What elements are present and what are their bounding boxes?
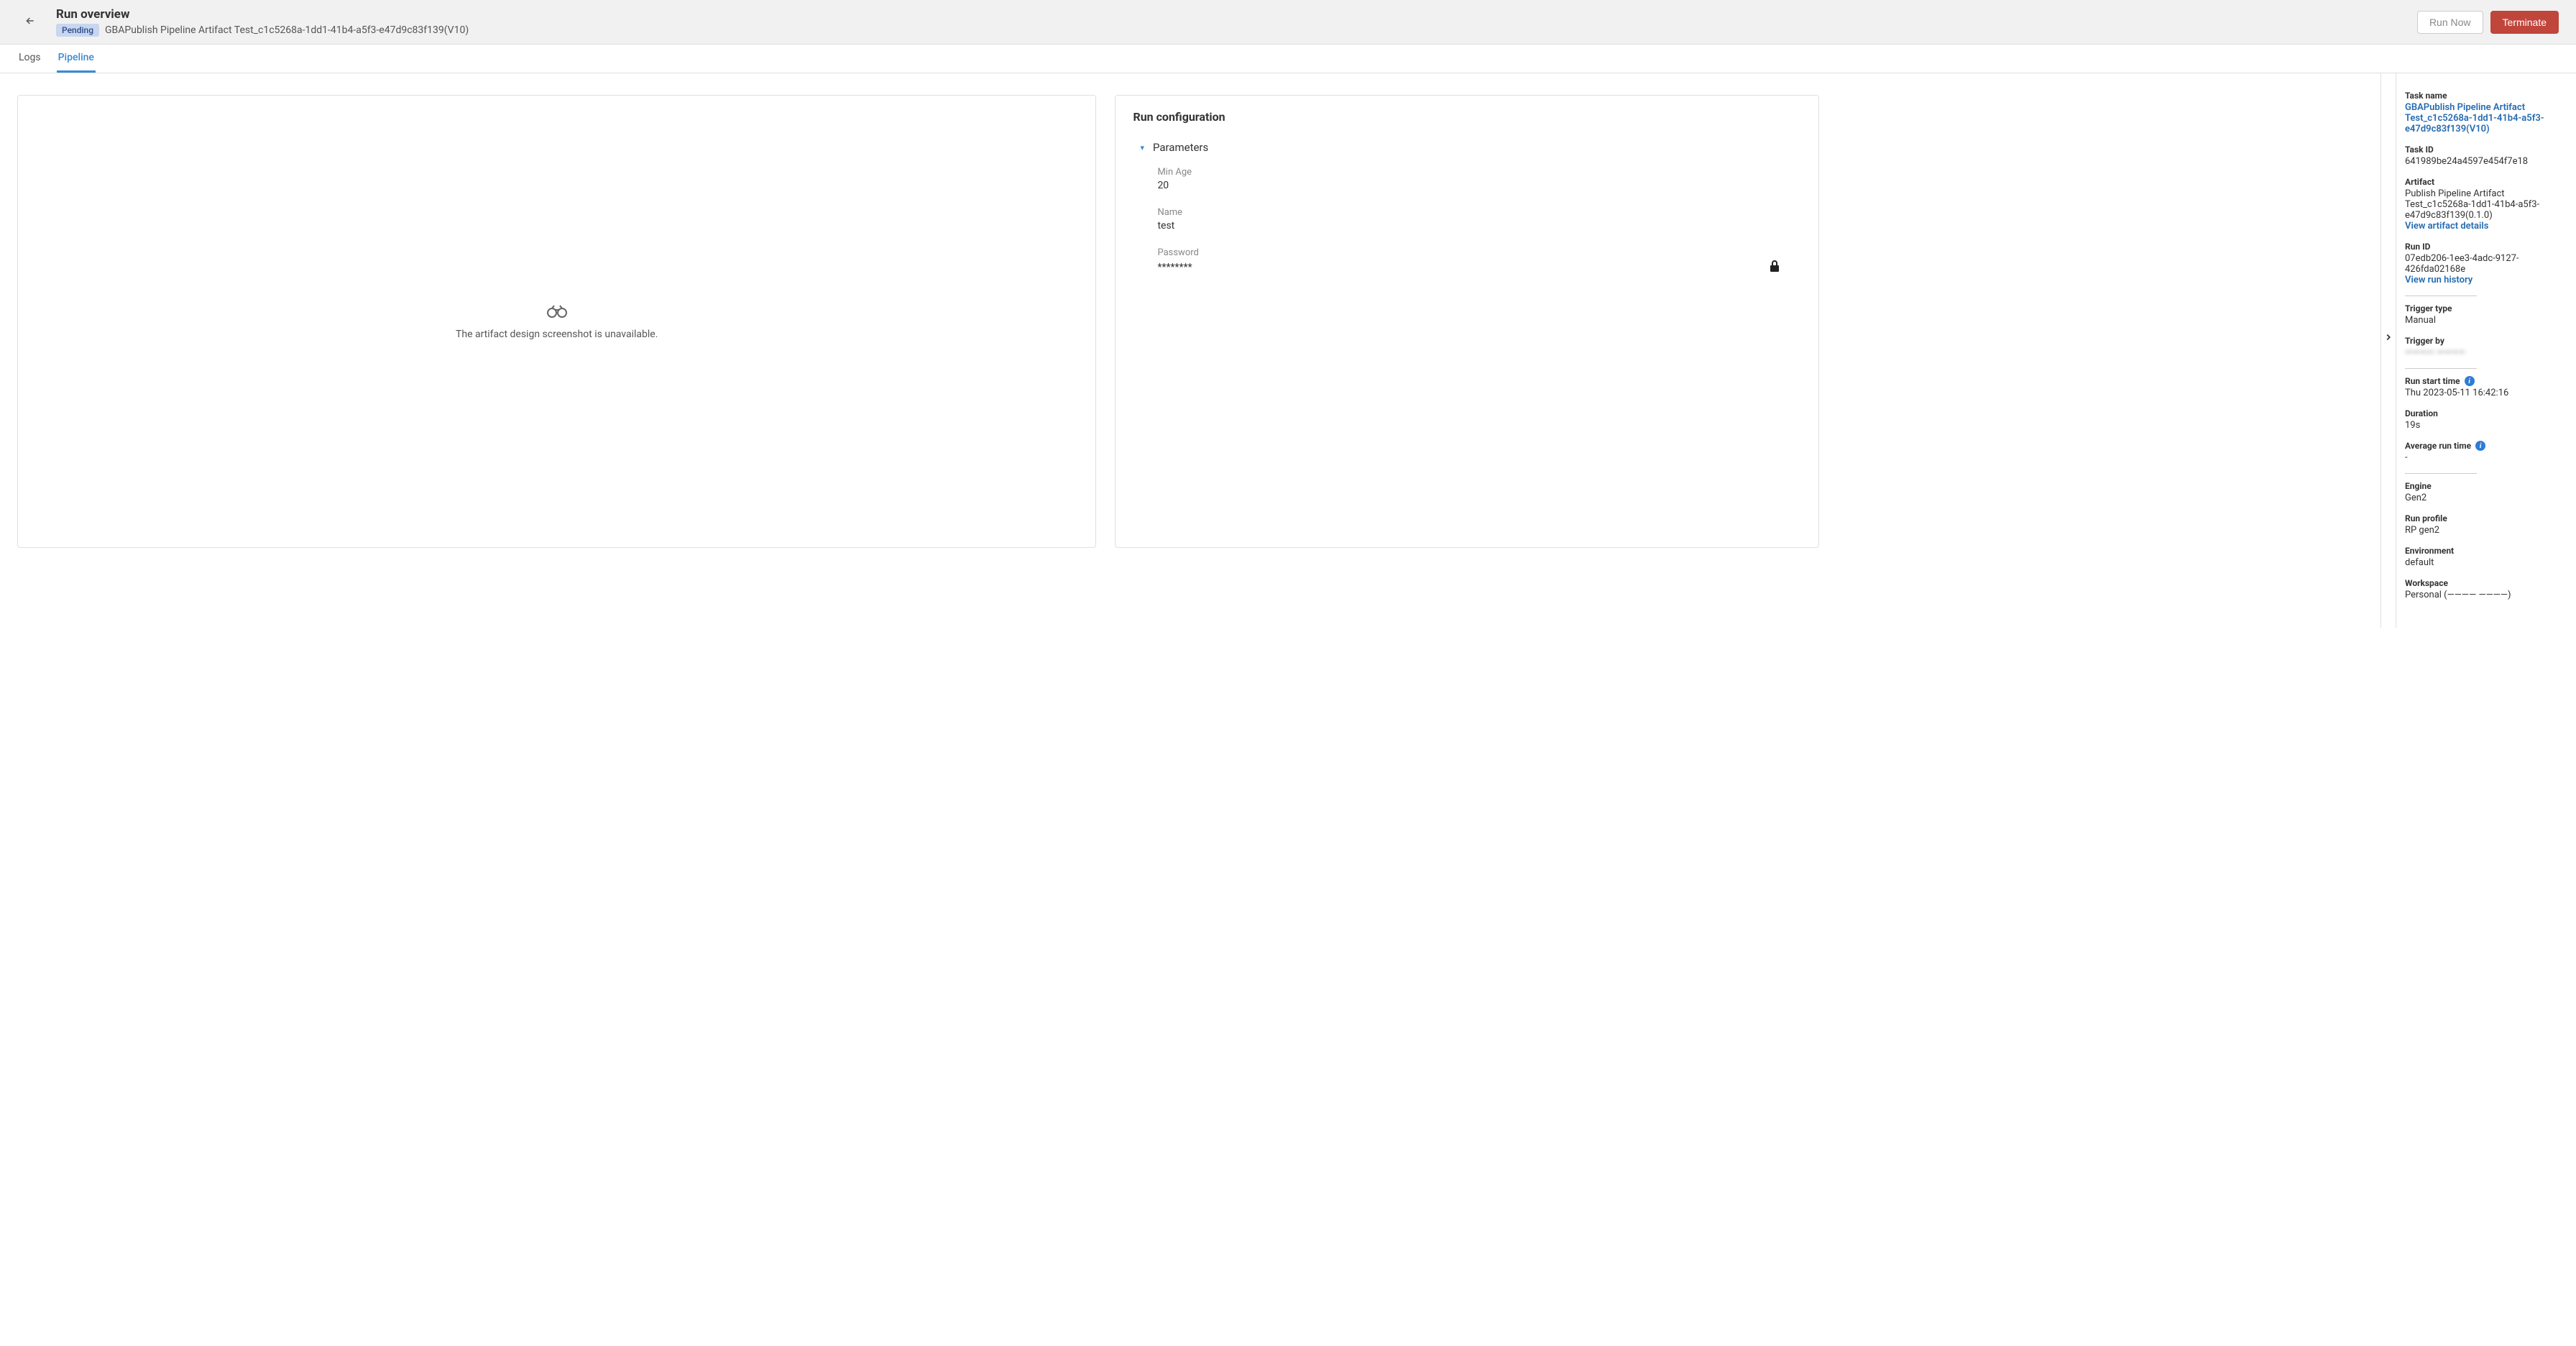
run-config-title: Run configuration — [1133, 110, 1800, 124]
field-task-name: Task name GBAPublish Pipeline Artifact T… — [2405, 91, 2567, 134]
environment-value: default — [2405, 557, 2567, 568]
binoculars-icon — [546, 303, 568, 321]
run-start-label: Run start time i — [2405, 376, 2567, 386]
parameters-label: Parameters — [1153, 141, 1208, 154]
param-password-label: Password — [1157, 247, 1800, 258]
param-password-value: ******** — [1157, 262, 1192, 273]
field-run-id: Run ID 07edb206-1ee3-4adc-9127-426fda021… — [2405, 242, 2567, 285]
field-duration: Duration 19s — [2405, 408, 2567, 431]
lock-icon — [1770, 260, 1780, 275]
status-badge: Pending — [56, 24, 99, 37]
param-min-age: Min Age 20 — [1157, 167, 1800, 191]
engine-label: Engine — [2405, 481, 2567, 491]
artifact-value: Publish Pipeline Artifact Test_c1c5268a-… — [2405, 188, 2567, 221]
trigger-by-value: ———— ———— — [2405, 347, 2567, 358]
subtitle-row: Pending GBAPublish Pipeline Artifact Tes… — [56, 24, 469, 37]
task-name-label: Task name — [2405, 91, 2567, 101]
param-name: Name test — [1157, 207, 1800, 232]
run-profile-label: Run profile — [2405, 513, 2567, 523]
back-button[interactable] — [17, 11, 43, 34]
details-sidebar: Task name GBAPublish Pipeline Artifact T… — [2396, 73, 2576, 628]
engine-value: Gen2 — [2405, 493, 2567, 503]
trigger-type-label: Trigger type — [2405, 303, 2567, 313]
task-id-value: 641989be24a4597e454f7e18 — [2405, 156, 2567, 167]
main-content: The artifact design screenshot is unavai… — [0, 73, 2380, 628]
param-name-value: test — [1157, 220, 1800, 232]
artifact-empty-message: The artifact design screenshot is unavai… — [456, 329, 658, 340]
param-password: Password ******** — [1157, 247, 1800, 275]
page-subtitle: GBAPublish Pipeline Artifact Test_c1c526… — [105, 24, 469, 36]
task-id-label: Task ID — [2405, 145, 2567, 155]
header-bar: Run overview Pending GBAPublish Pipeline… — [0, 0, 2576, 45]
run-profile-value: RP gen2 — [2405, 525, 2567, 536]
artifact-screenshot-panel: The artifact design screenshot is unavai… — [17, 95, 1096, 548]
tabs: Logs Pipeline — [0, 45, 2576, 73]
avg-runtime-label: Average run time i — [2405, 441, 2567, 451]
duration-value: 19s — [2405, 420, 2567, 431]
field-workspace: Workspace Personal (———— ————) — [2405, 578, 2567, 600]
tab-logs[interactable]: Logs — [17, 45, 42, 73]
run-id-label: Run ID — [2405, 242, 2567, 252]
sidebar-collapse-rail — [2380, 73, 2396, 628]
field-run-profile: Run profile RP gen2 — [2405, 513, 2567, 536]
artifact-label: Artifact — [2405, 177, 2567, 187]
trigger-type-value: Manual — [2405, 315, 2567, 326]
divider — [2405, 473, 2477, 474]
view-artifact-link[interactable]: View artifact details — [2405, 221, 2567, 232]
body: The artifact design screenshot is unavai… — [0, 73, 2576, 628]
info-icon[interactable]: i — [2465, 376, 2475, 386]
field-run-start: Run start time i Thu 2023-05-11 16:42:16 — [2405, 376, 2567, 398]
workspace-value: Personal (———— ————) — [2405, 590, 2567, 600]
param-min-age-label: Min Age — [1157, 167, 1800, 178]
info-icon[interactable]: i — [2475, 441, 2485, 451]
title-block: Run overview Pending GBAPublish Pipeline… — [56, 7, 469, 37]
header-left: Run overview Pending GBAPublish Pipeline… — [17, 7, 469, 37]
run-start-value: Thu 2023-05-11 16:42:16 — [2405, 388, 2567, 398]
header-actions: Run Now Terminate — [2417, 11, 2559, 34]
arrow-left-icon — [24, 15, 36, 27]
field-avg-runtime: Average run time i - — [2405, 441, 2567, 463]
param-min-age-value: 20 — [1157, 180, 1800, 191]
view-run-history-link[interactable]: View run history — [2405, 275, 2567, 285]
page-title: Run overview — [56, 7, 469, 22]
workspace-label: Workspace — [2405, 578, 2567, 588]
field-environment: Environment default — [2405, 546, 2567, 568]
terminate-button[interactable]: Terminate — [2490, 11, 2559, 34]
chevron-down-icon: ▾ — [1140, 143, 1144, 152]
trigger-by-label: Trigger by — [2405, 336, 2567, 346]
run-now-button[interactable]: Run Now — [2417, 11, 2483, 34]
parameters-toggle[interactable]: ▾ Parameters — [1133, 141, 1800, 154]
field-trigger-type: Trigger type Manual — [2405, 303, 2567, 326]
task-name-link[interactable]: GBAPublish Pipeline Artifact Test_c1c526… — [2405, 102, 2567, 134]
field-trigger-by: Trigger by ———— ———— — [2405, 336, 2567, 358]
divider — [2405, 368, 2477, 369]
param-name-label: Name — [1157, 207, 1800, 218]
field-task-id: Task ID 641989be24a4597e454f7e18 — [2405, 145, 2567, 167]
field-artifact: Artifact Publish Pipeline Artifact Test_… — [2405, 177, 2567, 232]
avg-runtime-label-text: Average run time — [2405, 441, 2471, 451]
run-config-panel: Run configuration ▾ Parameters Min Age 2… — [1115, 95, 1818, 548]
environment-label: Environment — [2405, 546, 2567, 556]
field-engine: Engine Gen2 — [2405, 481, 2567, 503]
run-id-value: 07edb206-1ee3-4adc-9127-426fda02168e — [2405, 253, 2567, 275]
chevron-right-icon — [2383, 332, 2393, 342]
avg-runtime-value: - — [2405, 452, 2567, 463]
tab-pipeline[interactable]: Pipeline — [57, 45, 96, 73]
run-start-label-text: Run start time — [2405, 376, 2460, 386]
sidebar-collapse-button[interactable] — [2383, 332, 2393, 345]
duration-label: Duration — [2405, 408, 2567, 418]
